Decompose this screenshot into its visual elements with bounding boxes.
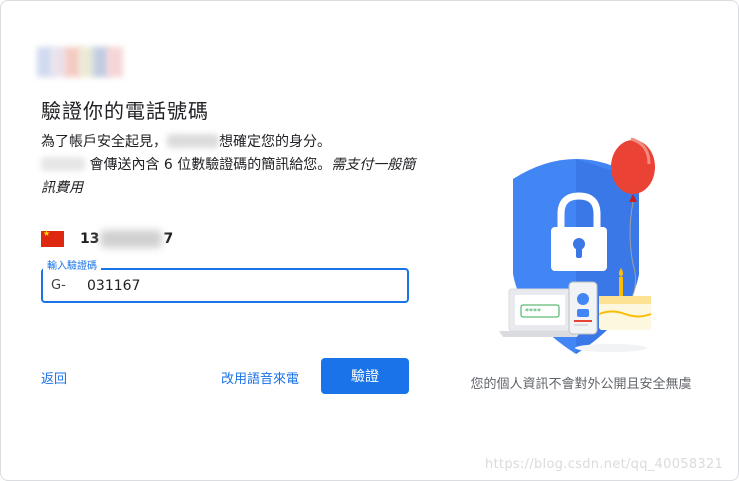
phone-number: 13 7 [80,230,173,248]
description-line1-suffix: 想確定您的身分。 [219,134,331,150]
redacted-brand-name [41,157,85,171]
verification-card: 驗證你的電話號碼 為了帳戶安全起見， 想確定您的身分。 會傳送內含 6 位數驗證碼… [0,0,739,481]
page-title: 驗證你的電話號碼 [41,99,209,123]
svg-text:****: **** [525,307,541,316]
back-link[interactable]: 返回 [41,368,67,387]
phone-icon [568,281,598,335]
privacy-caption: 您的個人資訊不會對外公開且安全無虞 [470,377,692,392]
verification-code-field[interactable]: G- [41,268,409,303]
verify-button[interactable]: 驗證 [321,358,409,394]
voice-call-link[interactable]: 改用語音來電 [221,368,299,387]
security-illustration: **** [499,137,655,354]
description-line1-prefix: 為了帳戶安全起見， [41,134,167,150]
description-line2: 會傳送內含 6 位數驗證碼的簡訊給您。 [89,157,332,173]
phone-suffix: 7 [163,231,174,247]
phone-number-row: 13 7 [41,229,173,249]
code-prefix: G- [51,278,66,293]
verification-code-label: 輸入驗證碼 [43,257,101,272]
redacted-phone-digits [100,230,163,248]
china-flag-icon [41,229,64,247]
phone-prefix: 13 [80,231,100,247]
verification-code-input[interactable] [87,274,387,297]
watermark: https://blog.csdn.net/qq_40058321 [485,457,724,472]
description: 為了帳戶安全起見， 想確定您的身分。 會傳送內含 6 位數驗證碼的簡訊給您。需支付… [41,131,421,200]
redacted-account-name [167,134,219,148]
blurred-logo [37,47,123,77]
